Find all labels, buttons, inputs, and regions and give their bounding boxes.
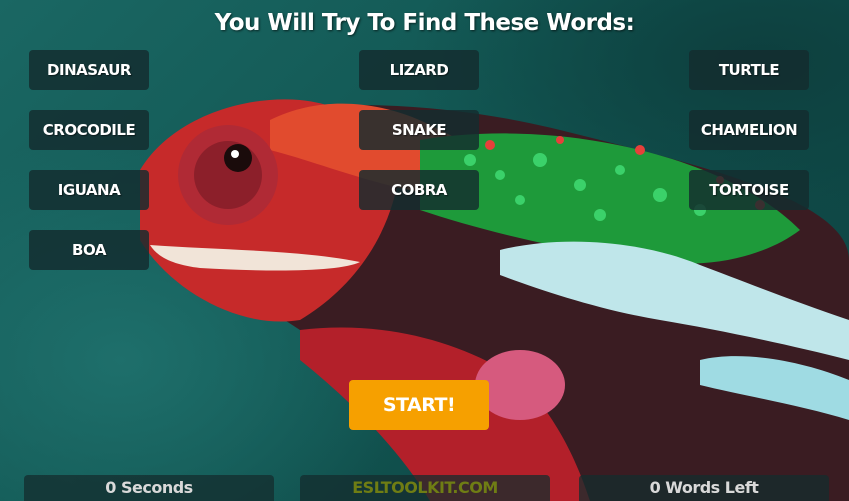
words-left-counter: 0 Words Left <box>579 475 829 501</box>
word-tile-snake: SNAKE <box>359 110 479 150</box>
start-button[interactable]: START! <box>349 380 489 430</box>
word-tile-lizard: LIZARD <box>359 50 479 90</box>
page-title: You Will Try To Find These Words: <box>214 10 635 36</box>
word-tile-cobra: COBRA <box>359 170 479 210</box>
word-tile-dinasaur: DINASAUR <box>29 50 149 90</box>
timer-seconds: 0 Seconds <box>24 475 274 501</box>
word-tile-boa: BOA <box>29 230 149 270</box>
brand-link[interactable]: ESLTOOLKIT.COM <box>300 475 550 501</box>
word-tile-tortoise: TORTOISE <box>689 170 809 210</box>
word-tile-turtle: TURTLE <box>689 50 809 90</box>
word-tile-crocodile: CROCODILE <box>29 110 149 150</box>
word-tile-iguana: IGUANA <box>29 170 149 210</box>
word-tile-chamelion: CHAMELION <box>689 110 809 150</box>
